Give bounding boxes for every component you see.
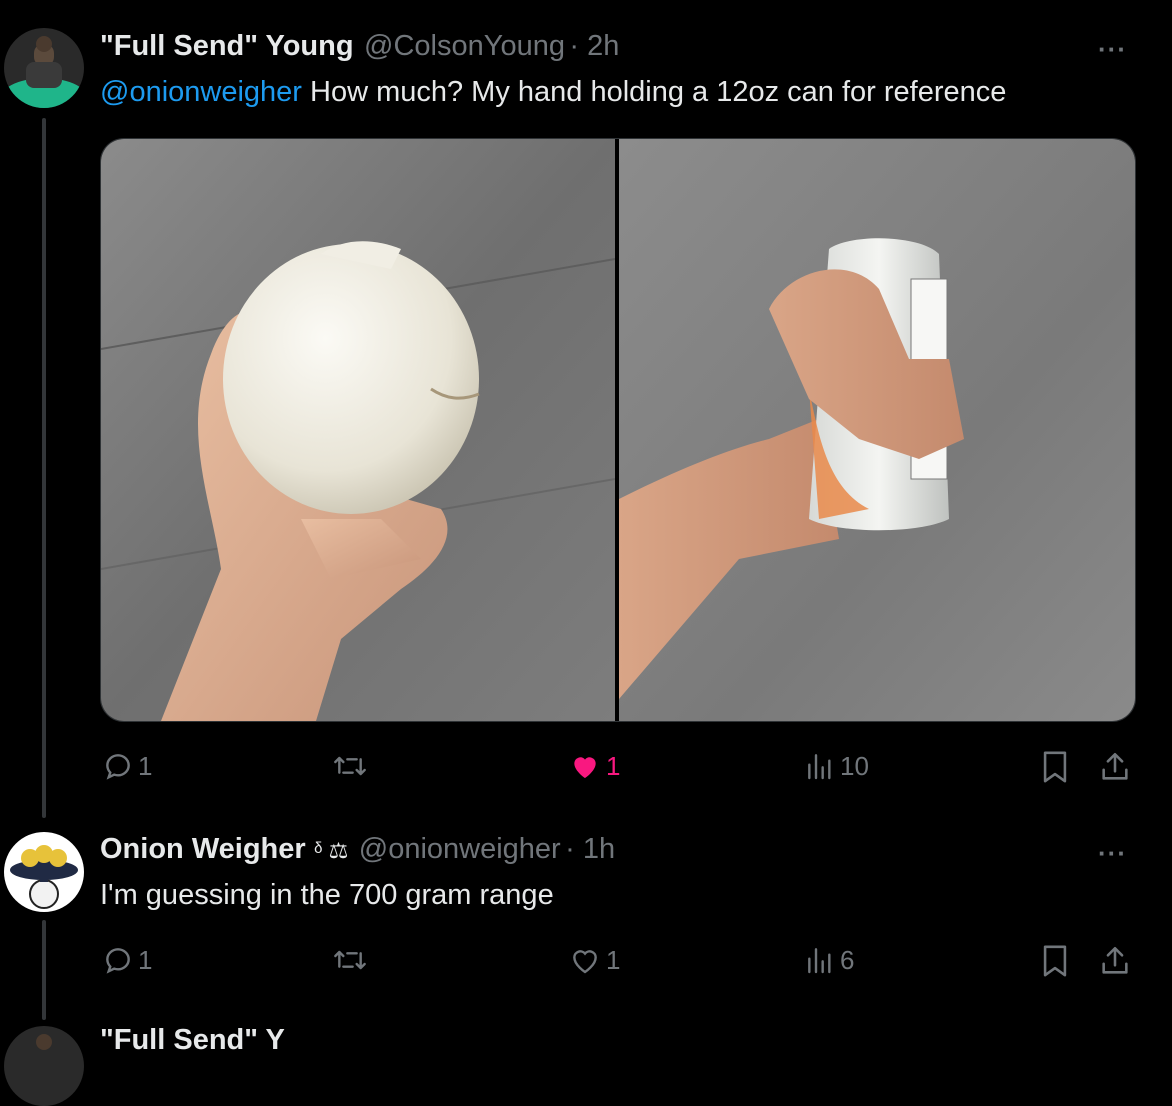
thread-line-top — [42, 118, 46, 818]
like-button[interactable]: 1 — [568, 750, 620, 782]
share-icon — [1102, 752, 1128, 780]
like-icon — [574, 757, 596, 778]
tweet2-text: I'm guessing in the 700 gram range — [100, 879, 554, 911]
share-icon — [1102, 946, 1128, 974]
like-icon — [573, 950, 597, 974]
onion-in-hand-photo[interactable] — [101, 139, 615, 721]
display-name[interactable]: "Full Send" Young — [100, 30, 354, 62]
reply-button[interactable]: 1 — [102, 750, 152, 782]
tweet1-text: @onionweigher How much? My hand holding … — [100, 74, 1006, 110]
reply-icon — [106, 754, 130, 780]
views-icon — [808, 754, 831, 780]
like-count: 1 — [606, 944, 621, 975]
bookmark-icon — [1043, 751, 1067, 783]
bookmark-icon — [1043, 945, 1067, 977]
like-button[interactable]: 1 — [568, 944, 620, 976]
display-name[interactable]: Onion Weigher — [100, 833, 306, 865]
avatar-colsonyoung[interactable] — [4, 28, 84, 108]
bookmark-button[interactable] — [1040, 944, 1070, 978]
like-count: 1 — [606, 750, 621, 781]
views-button[interactable]: 6 — [804, 944, 854, 976]
tweet2-header: Onion Weigher ᵟ ⚖ @onionweigher · 1h — [100, 833, 615, 866]
more-icon[interactable]: ··· — [1098, 838, 1127, 869]
reply-count: 1 — [138, 750, 153, 781]
more-icon[interactable]: ··· — [1098, 34, 1127, 65]
tweet-body: How much? My hand holding a 12oz can for… — [301, 76, 1007, 108]
reply-button[interactable]: 1 — [102, 944, 152, 976]
timestamp[interactable]: · 2h — [569, 30, 619, 62]
repost-icon — [334, 950, 366, 970]
views-icon — [808, 948, 831, 974]
media-grid — [100, 138, 1136, 722]
media-divider — [615, 139, 619, 721]
handle[interactable]: @ColsonYoung — [364, 30, 565, 62]
view-count: 6 — [840, 944, 855, 975]
bookmark-button[interactable] — [1040, 750, 1070, 784]
timestamp[interactable]: · 1h — [565, 833, 615, 865]
share-button[interactable] — [1098, 944, 1132, 978]
views-button[interactable]: 10 — [804, 750, 869, 782]
repost-icon — [334, 756, 366, 776]
reply-count: 1 — [138, 944, 153, 975]
display-name[interactable]: "Full Send" Y — [100, 1024, 285, 1057]
can-in-hand-photo[interactable] — [619, 139, 1135, 721]
thread-line-bottom — [42, 920, 46, 1020]
reply-icon — [106, 948, 130, 974]
repost-button[interactable] — [332, 750, 372, 782]
share-button[interactable] — [1098, 750, 1132, 784]
view-count: 10 — [840, 750, 869, 781]
mention-link[interactable]: @onionweigher — [100, 76, 302, 108]
avatar-colsonyoung[interactable] — [4, 1026, 84, 1106]
name-badges: ᵟ ⚖ — [314, 838, 349, 863]
tweet1-header: "Full Send" Young @ColsonYoung · 2h — [100, 30, 619, 63]
repost-button[interactable] — [332, 944, 372, 976]
handle[interactable]: @onionweigher — [359, 833, 561, 865]
avatar-onionweigher[interactable] — [4, 832, 84, 912]
